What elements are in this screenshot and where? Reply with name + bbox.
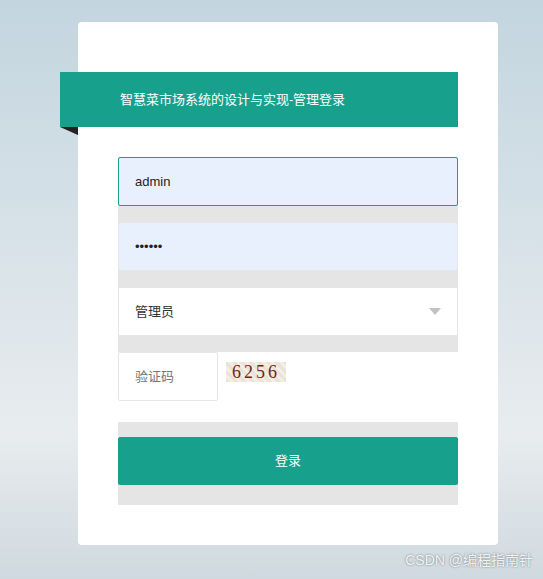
username-input[interactable] <box>118 157 458 206</box>
username-row <box>118 157 458 222</box>
login-card: 智慧菜市场系统的设计与实现-管理登录 管理员 6256 登录 <box>78 22 498 545</box>
dropdown-arrow-icon <box>429 308 441 315</box>
captcha-input[interactable] <box>118 352 218 401</box>
role-value: 管理员 <box>135 302 174 322</box>
password-row <box>118 222 458 287</box>
title-banner: 智慧菜市场系统的设计与实现-管理登录 <box>60 72 458 127</box>
login-title: 智慧菜市场系统的设计与实现-管理登录 <box>120 90 345 110</box>
submit-row: 登录 <box>118 422 458 505</box>
login-form: 管理员 6256 登录 <box>118 157 458 505</box>
watermark: CSDN @编程指南针 <box>405 550 533 571</box>
captcha-row: 6256 <box>118 352 458 401</box>
role-row: 管理员 <box>118 287 458 352</box>
login-button[interactable]: 登录 <box>118 437 458 485</box>
role-select[interactable]: 管理员 <box>118 287 458 336</box>
password-input[interactable] <box>118 222 458 271</box>
captcha-image[interactable]: 6256 <box>226 362 286 382</box>
